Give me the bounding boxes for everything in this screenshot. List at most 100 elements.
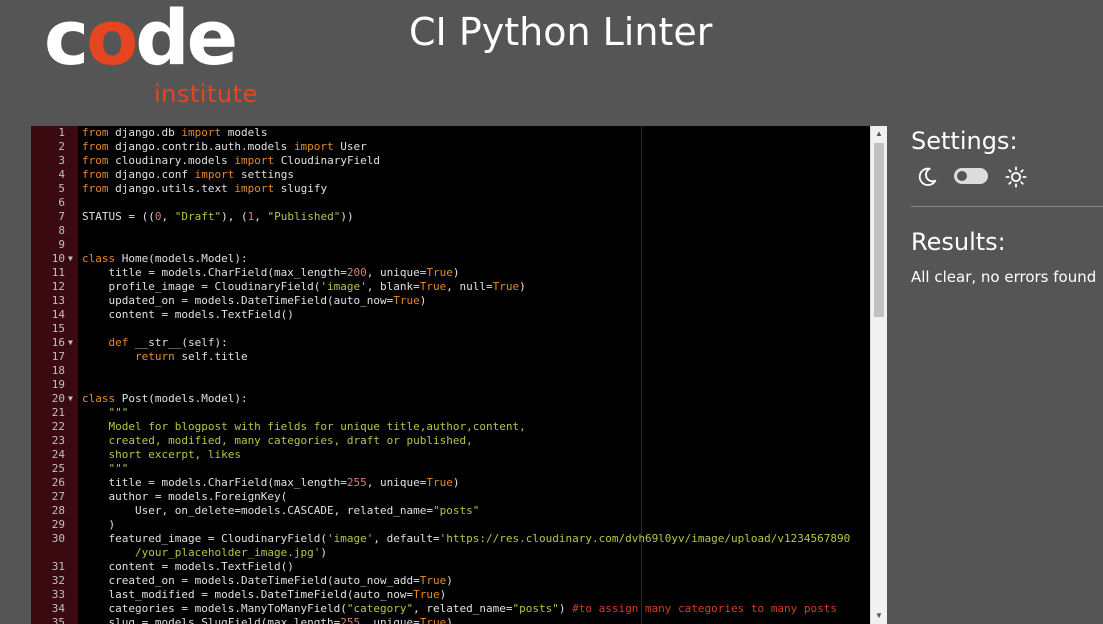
line-number: 9 [58, 238, 65, 251]
code-text: from cloudinary.models import Cloudinary… [82, 154, 381, 167]
sidebar-divider [911, 206, 1103, 207]
line-number: 29 [51, 518, 65, 531]
code-text: from django.conf import settings [82, 168, 294, 181]
line-number: 3 [58, 154, 65, 167]
code-text: author = models.ForeignKey( [82, 490, 288, 503]
code-line[interactable]: 5 from django.utils.text import slugify [31, 182, 871, 196]
line-number: 14 [51, 308, 65, 321]
line-number: 21 [51, 406, 65, 419]
line-number: 16 [51, 336, 65, 349]
line-number: 35 [51, 616, 65, 624]
code-line[interactable]: 29 ) [31, 518, 871, 532]
line-number: 26 [51, 476, 65, 489]
sun-icon [1005, 166, 1027, 188]
line-number: 22 [51, 420, 65, 433]
editor-scrollbar[interactable]: ▲ ▼ [870, 126, 887, 624]
code-line[interactable]: 28 User, on_delete=models.CASCADE, relat… [31, 504, 871, 518]
settings-heading: Settings: [911, 127, 1018, 155]
code-line[interactable]: 31 content = models.TextField() [31, 560, 871, 574]
line-number: 30 [51, 532, 65, 545]
code-text: title = models.CharField(max_length=255,… [82, 476, 460, 489]
code-text: content = models.TextField() [82, 560, 294, 573]
results-heading: Results: [911, 228, 1006, 256]
code-text: """ [82, 462, 129, 475]
code-text: profile_image = CloudinaryField('image',… [82, 280, 526, 293]
results-message: All clear, no errors found [911, 268, 1097, 286]
fold-arrow-icon[interactable]: ▼ [68, 336, 73, 350]
code-line[interactable]: 23 created, modified, many categories, d… [31, 434, 871, 448]
code-line[interactable]: 25 """ [31, 462, 871, 476]
code-line[interactable]: 16 ▼ def __str__(self): [31, 336, 871, 350]
code-text: last_modified = models.DateTimeField(aut… [82, 588, 447, 601]
logo-institute-text: institute [154, 80, 258, 108]
line-number: 31 [51, 560, 65, 573]
line-number: 17 [51, 350, 65, 363]
code-line[interactable]: 35 slug = models.SlugField(max_length=25… [31, 616, 871, 624]
code-area[interactable]: 1 from django.db import models 2 from djang… [31, 126, 871, 624]
code-line[interactable]: 15 [31, 322, 871, 336]
code-line[interactable]: 14 content = models.TextField() [31, 308, 871, 322]
line-number: 6 [58, 196, 65, 209]
fold-arrow-icon[interactable]: ▼ [68, 392, 73, 406]
code-text: """ [108, 406, 129, 419]
logo-wordmark: code [44, 0, 238, 82]
code-text: title = models.CharField(max_length=200,… [82, 266, 460, 279]
code-text: updated_on = models.DateTimeField(auto_n… [82, 294, 427, 307]
code-line[interactable]: 26 title = models.CharField(max_length=2… [31, 476, 871, 490]
code-line[interactable]: 2 from django.contrib.auth.models import … [31, 140, 871, 154]
line-number: 13 [51, 294, 65, 307]
code-text: STATUS = ((0, "Draft"), (1, "Published")… [82, 210, 354, 223]
code-text: from django.utils.text import slugify [82, 182, 328, 195]
code-line[interactable]: 24 short excerpt, likes [31, 448, 871, 462]
line-number: 18 [51, 364, 65, 377]
code-line[interactable]: 27 author = models.ForeignKey( [31, 490, 871, 504]
code-line[interactable]: 18 [31, 364, 871, 378]
code-text: class Post(models.Model): [82, 392, 248, 405]
theme-toggle[interactable] [954, 168, 988, 184]
code-line[interactable]: 30 featured_image = CloudinaryField('ima… [31, 532, 871, 560]
code-text: class Home(models.Model): [82, 252, 248, 265]
code-line[interactable]: 17 return self.title [31, 350, 871, 364]
code-line[interactable]: 9 [31, 238, 871, 252]
code-line[interactable]: 1 from django.db import models [31, 126, 871, 140]
code-line[interactable]: 7 STATUS = ((0, "Draft"), (1, "Published"… [31, 210, 871, 224]
line-number: 24 [51, 448, 65, 461]
code-text: categories = models.ManyToManyField("cat… [82, 602, 837, 615]
scroll-down-arrow-icon[interactable]: ▼ [871, 608, 887, 624]
line-number: 15 [51, 322, 65, 335]
code-line[interactable]: 22 Model for blogpost with fields for un… [31, 420, 871, 434]
line-number: 34 [51, 602, 65, 615]
code-line[interactable]: 34 categories = models.ManyToManyField("… [31, 602, 871, 616]
page-title: CI Python Linter [409, 10, 713, 54]
code-text: short excerpt, likes [82, 448, 241, 461]
code-text: ) [82, 518, 116, 531]
code-line[interactable]: 20 ▼ class Post(models.Model): [31, 392, 871, 406]
code-line[interactable]: 4 from django.conf import settings [31, 168, 871, 182]
code-line[interactable]: 33 last_modified = models.DateTimeField(… [31, 588, 871, 602]
code-editor[interactable]: 1 from django.db import models 2 from djang… [31, 126, 887, 624]
code-line[interactable]: 8 [31, 224, 871, 238]
code-line[interactable]: 12 profile_image = CloudinaryField('imag… [31, 280, 871, 294]
scrollbar-thumb[interactable] [874, 143, 884, 317]
code-line[interactable]: 32 created_on = models.DateTimeField(aut… [31, 574, 871, 588]
code-line[interactable]: 19 [31, 378, 871, 392]
code-line[interactable]: 11 title = models.CharField(max_length=2… [31, 266, 871, 280]
code-line[interactable]: 13 updated_on = models.DateTimeField(aut… [31, 294, 871, 308]
line-number: 4 [58, 168, 65, 181]
scroll-up-arrow-icon[interactable]: ▲ [871, 126, 887, 142]
code-line[interactable]: 6 [31, 196, 871, 210]
code-text: created_on = models.DateTimeField(auto_n… [82, 574, 453, 587]
code-text: return self.title [134, 350, 248, 363]
code-institute-logo: code institute [44, 0, 284, 112]
code-line[interactable]: 3 from cloudinary.models import Cloudinar… [31, 154, 871, 168]
code-text: featured_image = CloudinaryField('image'… [82, 532, 851, 559]
line-number: 25 [51, 462, 65, 475]
code-text: User, on_delete=models.CASCADE, related_… [82, 504, 480, 517]
line-number: 11 [51, 266, 65, 279]
line-number: 7 [58, 210, 65, 223]
code-text: slug = models.SlugField(max_length=255, … [82, 616, 453, 624]
fold-arrow-icon[interactable]: ▼ [68, 252, 73, 266]
code-text: from django.contrib.auth.models import U… [82, 140, 367, 153]
code-line[interactable]: 10 ▼ class Home(models.Model): [31, 252, 871, 266]
code-line[interactable]: 21 """ [31, 406, 871, 420]
